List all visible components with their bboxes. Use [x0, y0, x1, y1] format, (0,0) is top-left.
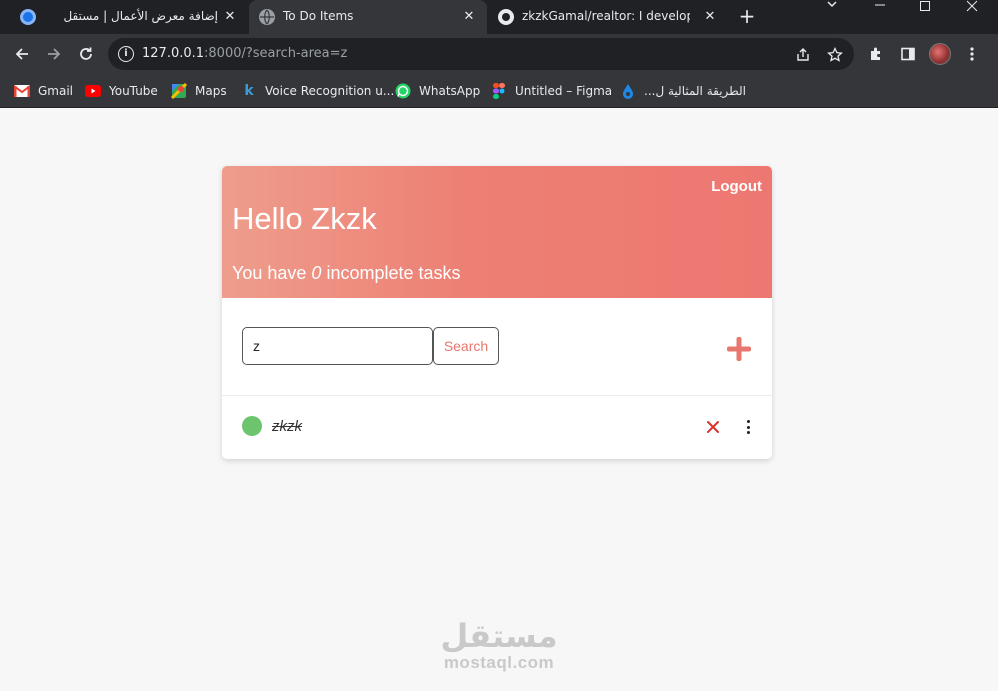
task-complete-indicator[interactable] — [242, 416, 262, 436]
bookmark-gmail[interactable]: Gmail — [14, 82, 73, 100]
share-icon[interactable] — [794, 46, 812, 64]
address-bar[interactable]: i 127.0.0.1:8000/?search-area=z — [108, 38, 854, 70]
side-panel-icon[interactable] — [898, 44, 918, 64]
tab-github[interactable]: zkzkGamal/realtor: I developed a ✕ — [488, 0, 728, 34]
tab-title: zkzkGamal/realtor: I developed a — [522, 9, 690, 23]
bookmark-label: الطريقة المثالية ل... — [644, 84, 747, 98]
bookmark-label: Voice Recognition u... — [265, 84, 395, 98]
task-options-icon[interactable] — [742, 418, 754, 436]
more-menu-icon[interactable] — [962, 44, 982, 64]
bookmark-label: Gmail — [38, 84, 74, 98]
maximize-icon[interactable] — [905, 0, 945, 30]
summary-suffix: incomplete tasks — [321, 263, 461, 283]
task-row[interactable]: zkzk — [222, 396, 772, 459]
bookmark-arabic[interactable]: الطريقة المثالية ل... — [620, 82, 746, 100]
close-icon — [707, 421, 719, 433]
tab-strip: إضافة معرض الأعمال | مستقل ✕ To Do Items… — [0, 0, 998, 34]
plus-icon — [727, 337, 751, 361]
url-path: :8000/?search-area=z — [204, 46, 348, 61]
close-icon[interactable]: ✕ — [222, 9, 238, 25]
browser-toolbar: i 127.0.0.1:8000/?search-area=z — [0, 34, 998, 74]
logout-link[interactable]: Logout — [711, 178, 762, 195]
task-title[interactable]: zkzk — [272, 418, 302, 435]
todo-header: Logout Hello Zkzk You have 0 incomplete … — [222, 166, 772, 298]
youtube-icon — [85, 83, 101, 99]
close-icon[interactable]: ✕ — [702, 9, 718, 25]
search-button[interactable]: Search — [433, 327, 499, 365]
url-host: 127.0.0.1 — [142, 46, 205, 61]
bookmark-whatsapp[interactable]: WhatsApp — [395, 82, 480, 100]
incomplete-summary: You have 0 incomplete tasks — [232, 263, 461, 284]
bookmarks-bar: Gmail YouTube Maps k Voice Recognition u… — [0, 74, 998, 108]
github-icon — [498, 9, 514, 25]
tab-mostaql[interactable]: إضافة معرض الأعمال | مستقل ✕ — [8, 0, 248, 34]
profile-avatar[interactable] — [929, 43, 951, 65]
window-close-icon[interactable] — [952, 0, 992, 30]
minimize-icon[interactable] — [860, 0, 900, 30]
site-info-icon[interactable]: i — [118, 46, 134, 62]
extensions-icon[interactable] — [866, 44, 886, 64]
bookmark-label: Untitled – Figma — [515, 84, 613, 98]
bookmark-maps[interactable]: Maps — [171, 82, 227, 100]
watermark-latin: mostaql.com — [443, 653, 555, 672]
search-bar: Search — [222, 298, 772, 396]
tab-title: إضافة معرض الأعمال | مستقل — [63, 9, 218, 23]
gmail-icon — [14, 83, 30, 99]
drop-icon — [620, 83, 636, 99]
tab-todo[interactable]: To Do Items ✕ — [249, 0, 487, 34]
search-input[interactable] — [242, 327, 433, 365]
incomplete-count: 0 — [311, 263, 322, 283]
figma-icon — [491, 83, 507, 99]
greeting-title: Hello Zkzk — [232, 201, 377, 236]
globe-icon — [259, 9, 275, 25]
back-icon[interactable] — [10, 42, 34, 66]
whatsapp-icon — [395, 83, 411, 99]
tab-title: To Do Items — [283, 9, 354, 23]
maps-icon — [171, 83, 187, 99]
watermark-arabic: مستقل — [440, 617, 558, 655]
close-icon[interactable]: ✕ — [461, 9, 477, 25]
bookmark-star-icon[interactable] — [826, 46, 844, 64]
delete-task-button[interactable] — [704, 418, 722, 436]
forward-icon[interactable] — [42, 42, 66, 66]
bookmark-label: Maps — [195, 84, 227, 98]
bookmark-label: WhatsApp — [419, 84, 481, 98]
tab-search-icon[interactable] — [812, 0, 852, 30]
bookmark-voice-recognition[interactable]: k Voice Recognition u... — [241, 82, 394, 100]
bookmark-youtube[interactable]: YouTube — [85, 82, 158, 100]
url-text[interactable]: 127.0.0.1:8000/?search-area=z — [142, 46, 347, 61]
summary-prefix: You have — [232, 263, 312, 283]
mostaql-favicon-icon — [20, 9, 36, 25]
reload-icon[interactable] — [74, 42, 98, 66]
bookmark-label: YouTube — [109, 84, 158, 98]
new-tab-icon[interactable]: + — [736, 5, 758, 27]
bookmark-figma[interactable]: Untitled – Figma — [491, 82, 612, 100]
todo-card: Logout Hello Zkzk You have 0 incomplete … — [222, 166, 772, 459]
k-icon: k — [244, 83, 254, 99]
mostaql-watermark: مستقل mostaql.com — [438, 618, 560, 672]
add-task-button[interactable] — [725, 335, 753, 363]
